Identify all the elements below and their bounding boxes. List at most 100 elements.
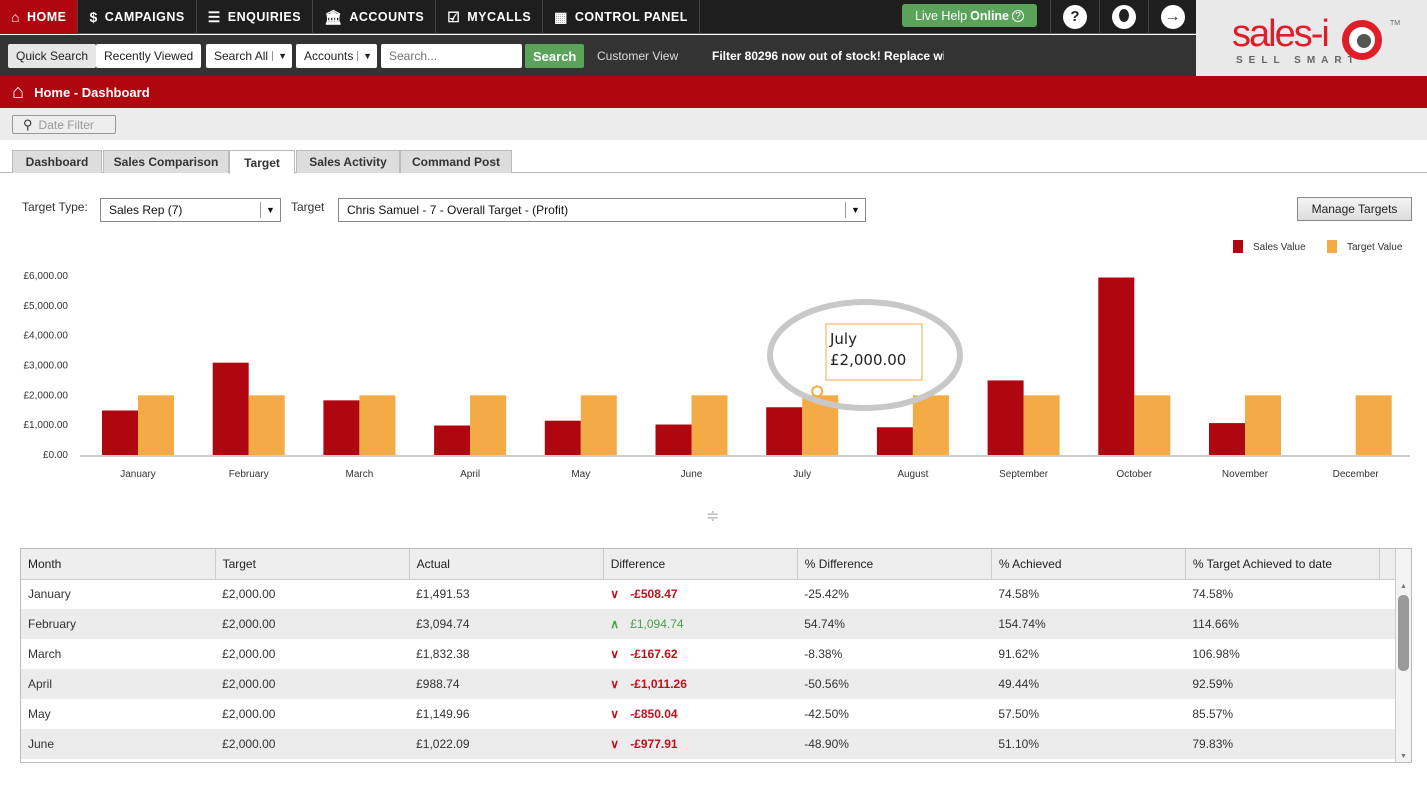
customer-view-link[interactable]: Customer View bbox=[597, 49, 678, 63]
tab-sales-activity[interactable]: Sales Activity bbox=[296, 150, 400, 173]
sales-bar-october[interactable] bbox=[1098, 277, 1135, 455]
live-status: Online bbox=[970, 8, 1010, 23]
column-header[interactable]: % Difference bbox=[797, 549, 992, 580]
row-spacer bbox=[1380, 579, 1396, 609]
live-help-label: Live Help bbox=[914, 8, 968, 23]
sales-bar-february[interactable] bbox=[212, 362, 249, 455]
scrollbar-thumb[interactable] bbox=[1398, 595, 1409, 671]
row-spacer bbox=[1379, 669, 1396, 699]
news-ticker: Filter 80296 now out of stock! Replace w… bbox=[712, 49, 944, 63]
table-cell: February bbox=[21, 609, 216, 639]
profile-button[interactable] bbox=[1099, 0, 1148, 34]
table-row[interactable]: May £2,000.00 £1,149.96 ∨ -£850.04 -42.50% 57.… bbox=[21, 699, 1396, 729]
target-value: Chris Samuel - 7 - Overall Target - (Pro… bbox=[347, 203, 569, 217]
table-cell: £2,000.00 bbox=[222, 707, 276, 721]
quick-search-tab[interactable]: Quick Search bbox=[8, 44, 97, 68]
sales-bar-june[interactable] bbox=[655, 424, 692, 455]
table-row[interactable]: April £2,000.00 £988.74 ∨ -£1,011.26 -50.56% 4… bbox=[21, 669, 1396, 699]
legend-label: Target Value bbox=[1347, 242, 1403, 253]
home-icon[interactable]: ⌂ bbox=[12, 81, 24, 104]
y-tick-label: £1,000.00 bbox=[24, 420, 69, 431]
target-bar-february[interactable] bbox=[248, 395, 285, 455]
tab-target[interactable]: Target bbox=[229, 150, 295, 174]
sales-bar-november[interactable] bbox=[1209, 423, 1245, 455]
campaign-icon: $ bbox=[89, 9, 98, 25]
tab-command-post[interactable]: Command Post bbox=[400, 150, 512, 173]
table-cell: 49.44% bbox=[991, 669, 1186, 699]
chevron-down-icon: ∨ bbox=[610, 587, 619, 602]
sales-bar-january[interactable] bbox=[102, 410, 138, 455]
tab-dashboard[interactable]: Dashboard bbox=[12, 150, 102, 173]
table-row[interactable]: June £2,000.00 £1,022.09 ∨ -£977.91 -48.90% 51… bbox=[21, 729, 1396, 759]
nav-label: CAMPAIGNS bbox=[104, 10, 185, 24]
date-filter-button[interactable]: ⚲ Date Filter bbox=[12, 115, 116, 134]
table-cell: 106.98% bbox=[1192, 647, 1240, 661]
column-header[interactable]: % Target Achieved to date bbox=[1185, 549, 1381, 580]
column-header[interactable]: Month bbox=[21, 549, 216, 580]
sales-bar-july[interactable] bbox=[766, 407, 803, 455]
target-bar-august[interactable] bbox=[912, 395, 949, 455]
live-help-button[interactable]: Live Help Online? bbox=[902, 4, 1037, 27]
nav-label: CONTROL PANEL bbox=[574, 10, 688, 24]
nav-campaigns[interactable]: $ CAMPAIGNS bbox=[78, 0, 197, 34]
tab-sales-comparison[interactable]: Sales Comparison bbox=[103, 150, 229, 173]
resize-handle-icon[interactable]: ≑ bbox=[706, 506, 719, 526]
nav-control-panel[interactable]: ▦ CONTROL PANEL bbox=[543, 0, 700, 34]
header-spacer bbox=[1379, 549, 1396, 580]
table-cell: 54.74% bbox=[797, 609, 992, 639]
help-button[interactable]: ? bbox=[1050, 0, 1099, 34]
sales-bar-april[interactable] bbox=[434, 425, 471, 455]
target-bar-january[interactable] bbox=[138, 395, 174, 455]
x-tick-label: January bbox=[120, 469, 156, 480]
column-header[interactable]: Difference bbox=[603, 549, 798, 580]
table-cell: ∧ £1,094.74 bbox=[603, 609, 798, 639]
sales-bar-august[interactable] bbox=[876, 427, 913, 455]
difference-value: -£1,011.26 bbox=[630, 677, 687, 691]
table-row[interactable]: February £2,000.00 £3,094.74 ∧ £1,094.74 54.7… bbox=[21, 609, 1396, 639]
table-cell: 74.58% bbox=[998, 587, 1040, 602]
table-cell: 79.83% bbox=[1185, 729, 1380, 759]
target-label: Target bbox=[291, 200, 325, 214]
target-bar-november[interactable] bbox=[1245, 395, 1281, 455]
nav-mycalls[interactable]: ☑ MYCALLS bbox=[436, 0, 544, 34]
target-bar-october[interactable] bbox=[1134, 395, 1171, 455]
search-scope-select[interactable]: Search All ▼ bbox=[206, 44, 292, 68]
chevron-down-icon: ▼ bbox=[260, 202, 280, 218]
x-tick-label: March bbox=[346, 469, 374, 480]
target-type-select[interactable]: Sales Rep (7) ▼ bbox=[100, 198, 281, 222]
x-tick-label: August bbox=[897, 469, 928, 480]
target-select[interactable]: Chris Samuel - 7 - Overall Target - (Pro… bbox=[338, 198, 866, 222]
target-bar-may[interactable] bbox=[580, 395, 617, 455]
row-spacer bbox=[1379, 729, 1396, 759]
x-tick-label: October bbox=[1117, 469, 1153, 480]
x-tick-label: May bbox=[571, 469, 590, 480]
table-row[interactable]: January £2,000.00 £1,491.53 ∨ -£508.47 -25.42… bbox=[21, 579, 1396, 609]
bank-icon: 🏛 bbox=[324, 8, 343, 25]
target-bar-september[interactable] bbox=[1023, 395, 1060, 455]
search-input[interactable] bbox=[381, 44, 522, 68]
table-cell: £3,094.74 bbox=[409, 609, 604, 639]
target-bar-april[interactable] bbox=[470, 395, 507, 455]
entity-select[interactable]: Accounts ▼ bbox=[296, 44, 377, 68]
column-header[interactable]: % Achieved bbox=[991, 549, 1186, 580]
sales-bar-may[interactable] bbox=[544, 420, 581, 455]
table-scrollbar[interactable]: ▲ ▼ bbox=[1395, 549, 1411, 762]
column-header[interactable]: Target bbox=[215, 549, 410, 580]
target-bar-march[interactable] bbox=[359, 395, 396, 455]
manage-targets-button[interactable]: Manage Targets bbox=[1297, 197, 1412, 221]
sales-bar-march[interactable] bbox=[323, 400, 360, 455]
y-tick-label: £3,000.00 bbox=[24, 361, 69, 372]
logout-button[interactable]: → bbox=[1148, 0, 1196, 34]
search-button[interactable]: Search bbox=[525, 44, 585, 68]
recently-viewed-tab[interactable]: Recently Viewed bbox=[96, 44, 202, 68]
table-row[interactable]: March £2,000.00 £1,832.38 ∨ -£167.62 -8.38% 91… bbox=[21, 639, 1396, 669]
table-cell: 91.62% bbox=[998, 647, 1040, 661]
table-cell: £2,000.00 bbox=[215, 609, 410, 639]
column-header[interactable]: Actual bbox=[409, 549, 604, 580]
nav-accounts[interactable]: 🏛 ACCOUNTS bbox=[313, 0, 437, 34]
nav-home[interactable]: ⌂ HOME bbox=[0, 0, 79, 34]
target-bar-june[interactable] bbox=[691, 395, 728, 455]
nav-enquiries[interactable]: ☰ ENQUIRIES bbox=[197, 0, 314, 34]
target-bar-december[interactable] bbox=[1355, 395, 1392, 455]
sales-bar-september[interactable] bbox=[987, 380, 1024, 455]
